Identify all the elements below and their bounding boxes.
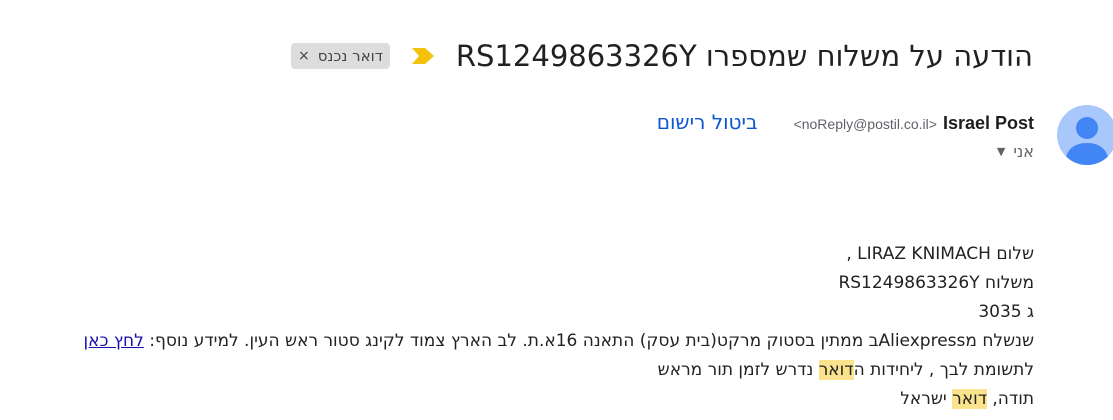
signoff-text-after: ישראל [900,389,953,409]
weight-line: ג 3035 [978,302,1034,322]
important-marker-icon[interactable] [411,48,434,64]
inbox-label-chip[interactable]: דואר נכנס × [290,43,390,69]
subject-row: הודעה על משלוח שמספרו RS1249863326Y דואר… [290,34,1033,78]
unsubscribe-link[interactable]: ביטול רישום [657,110,758,134]
sender-row: Israel Post <noReply@postil.co.il> ביטול… [657,110,1034,134]
remove-label-icon[interactable]: × [298,48,310,64]
details-line: שנשלח מAliexpressב ממתין בסטוק מרקט(בית … [34,327,1035,356]
chevron-down-icon[interactable]: ▼ [997,145,1005,158]
inbox-label-text: דואר נכנס [317,47,383,65]
more-info-link[interactable]: לחץ כאן [84,331,144,351]
sender-name[interactable]: Israel Post [943,113,1034,134]
appointment-line: לתשומת לבך , ליחידות הדואר נדרש לזמן תור… [34,356,1034,385]
appointment-text-before: לתשומת לבך , ליחידות ה [853,360,1034,380]
shipment-line: משלוח RS1249863326Y [838,273,1034,293]
signoff-text-before: תודה, [987,389,1034,409]
greeting-line: שלום LIRAZ KNIMACH , [846,244,1034,264]
recipient-text: אני [1013,141,1034,161]
recipient-row[interactable]: אני ▼ [997,140,1034,162]
details-text: שנשלח מAliexpressב ממתין בסטוק מרקט(בית … [143,331,1034,351]
message-body: שלום LIRAZ KNIMACH , משלוח RS1249863326Y… [34,240,1034,414]
subject-title: הודעה על משלוח שמספרו RS1249863326Y [455,39,1033,73]
default-avatar-icon [1065,117,1109,165]
sender-email: <noReply@postil.co.il> [793,116,937,132]
search-highlight: דואר [818,360,854,380]
avatar[interactable] [1057,105,1113,165]
search-highlight: דואר [952,389,987,409]
signoff-line: תודה, דואר ישראל [34,385,1034,414]
appointment-text-after: נדרש לזמן תור מראש [657,360,819,380]
